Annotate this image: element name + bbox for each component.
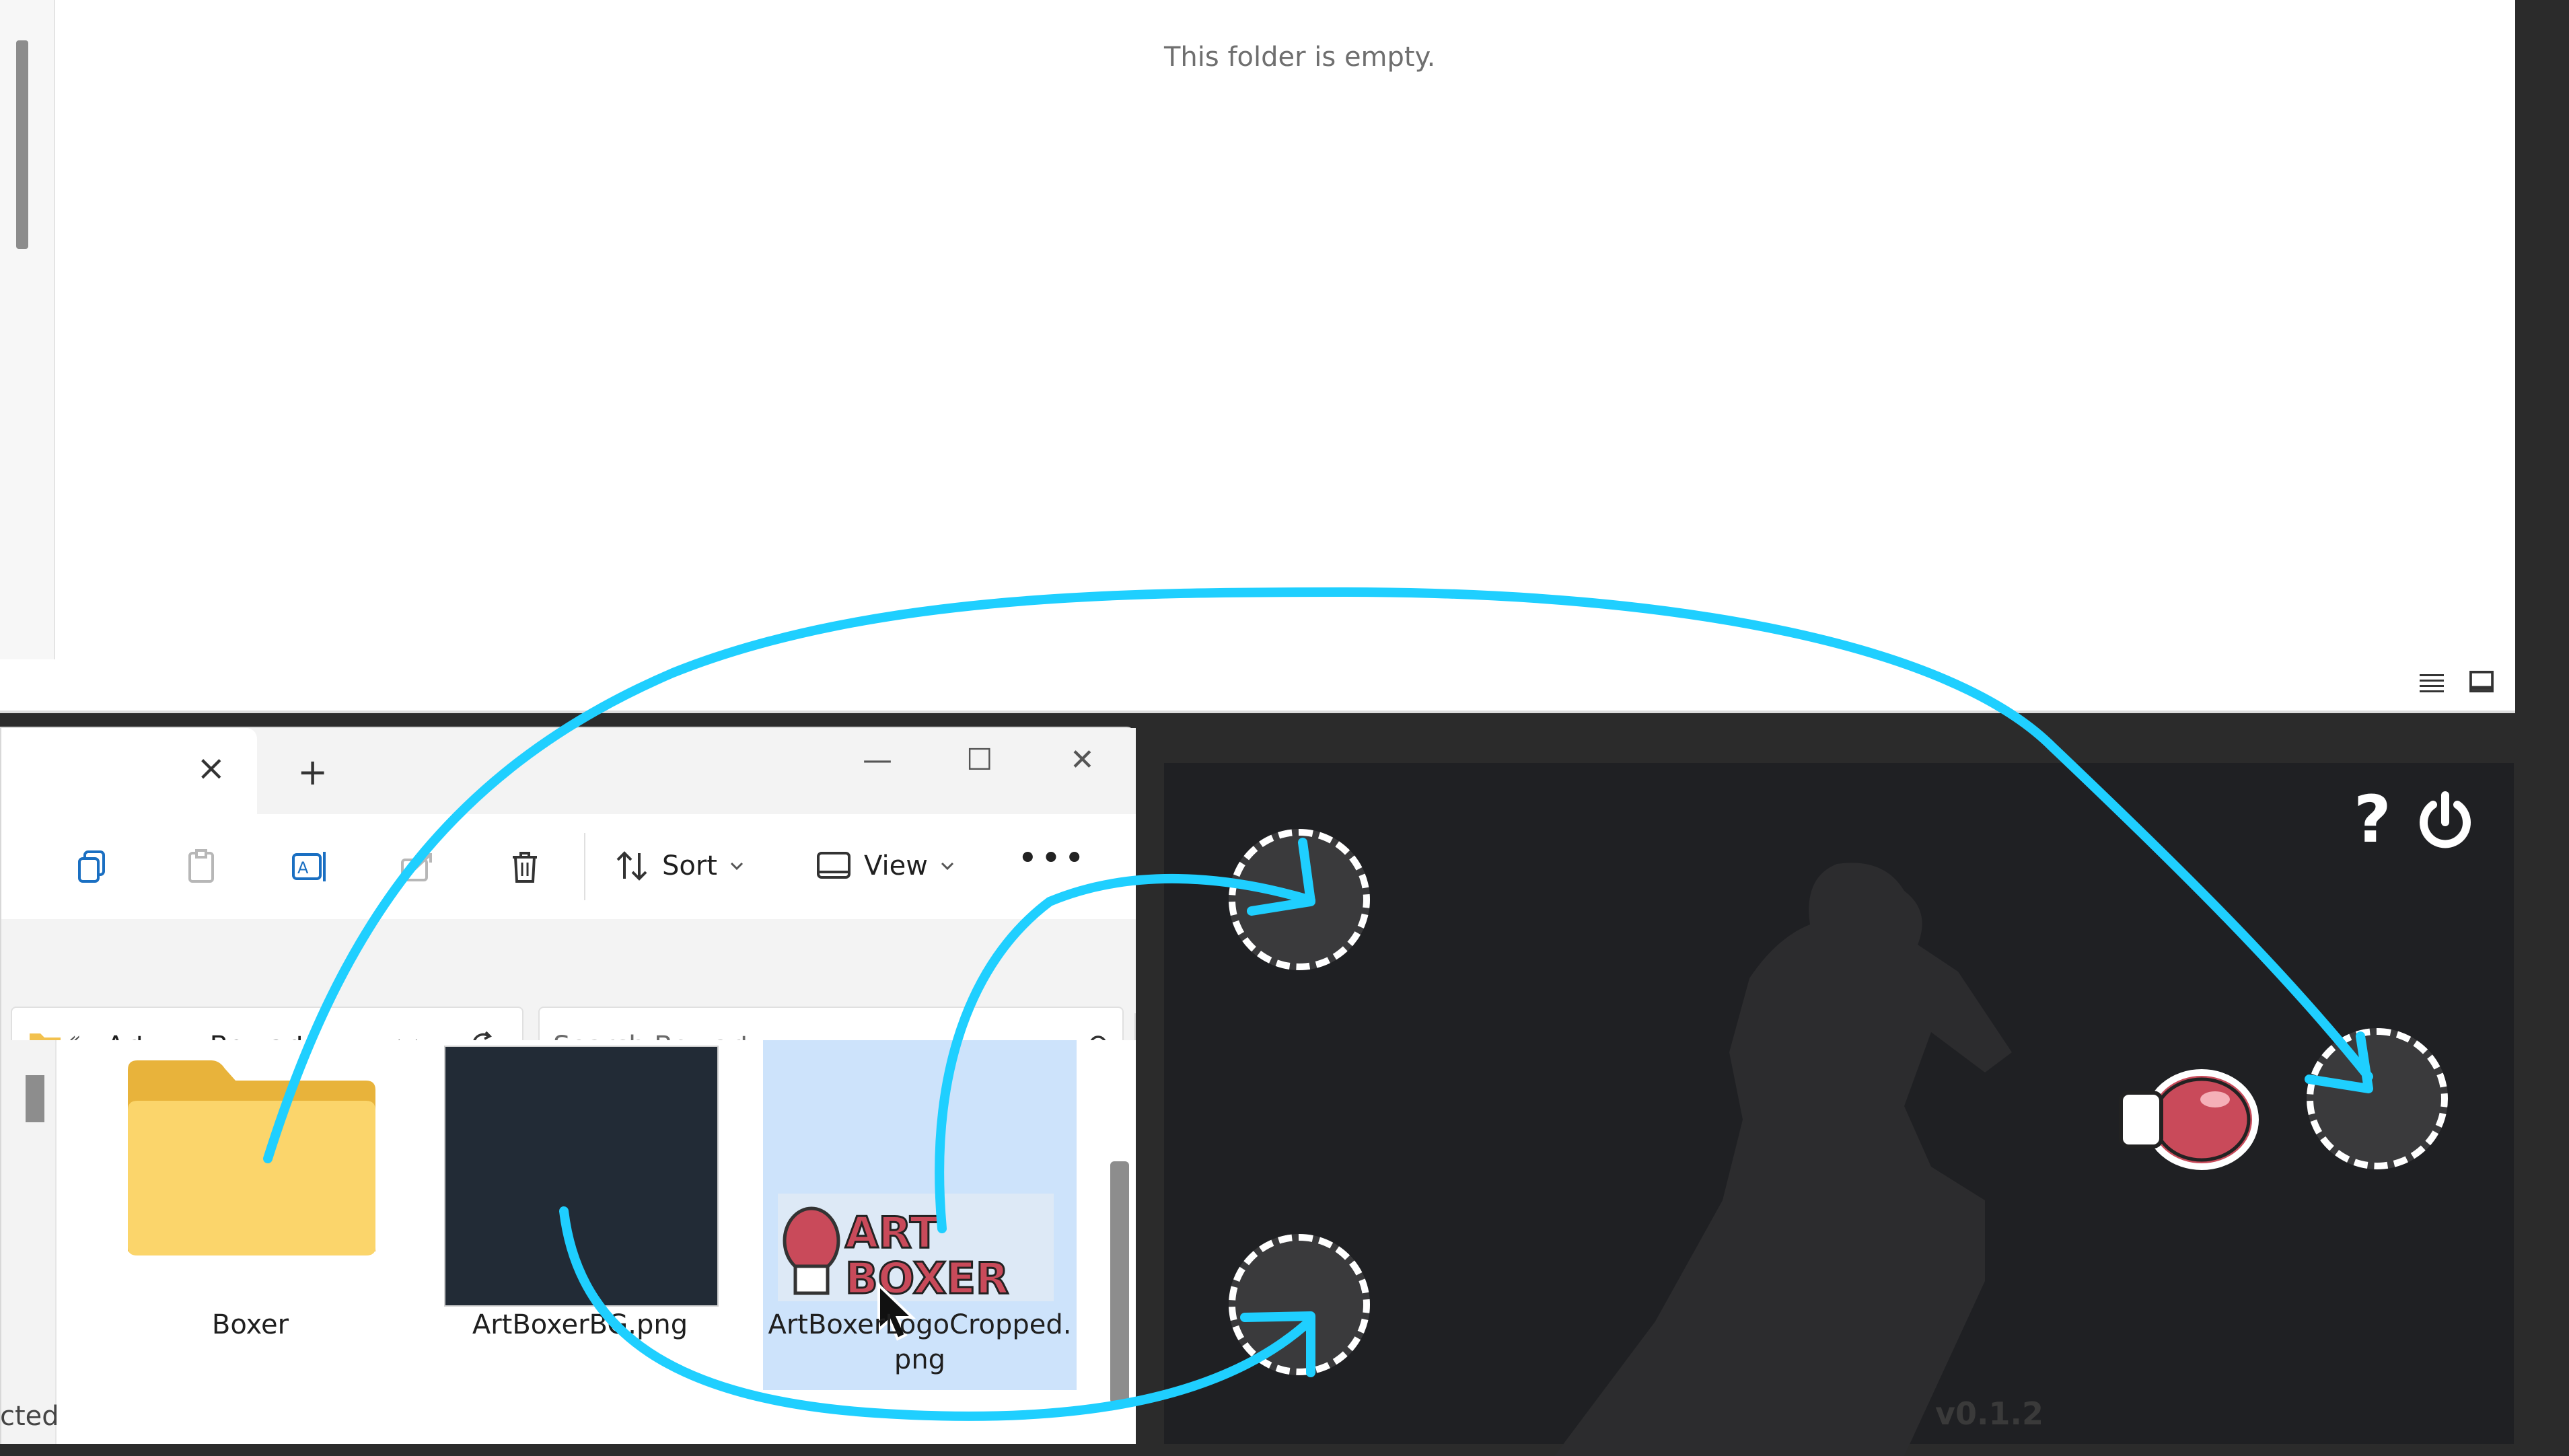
arrow-head-top [1247,838,1315,916]
arrow-logo-to-top-zone [935,873,1315,1233]
arrow-bg-to-bottom-zone [559,1206,1315,1421]
drag-arrows-overlay [263,587,2373,1421]
arrow-folder-to-right-zone [263,587,2373,1163]
